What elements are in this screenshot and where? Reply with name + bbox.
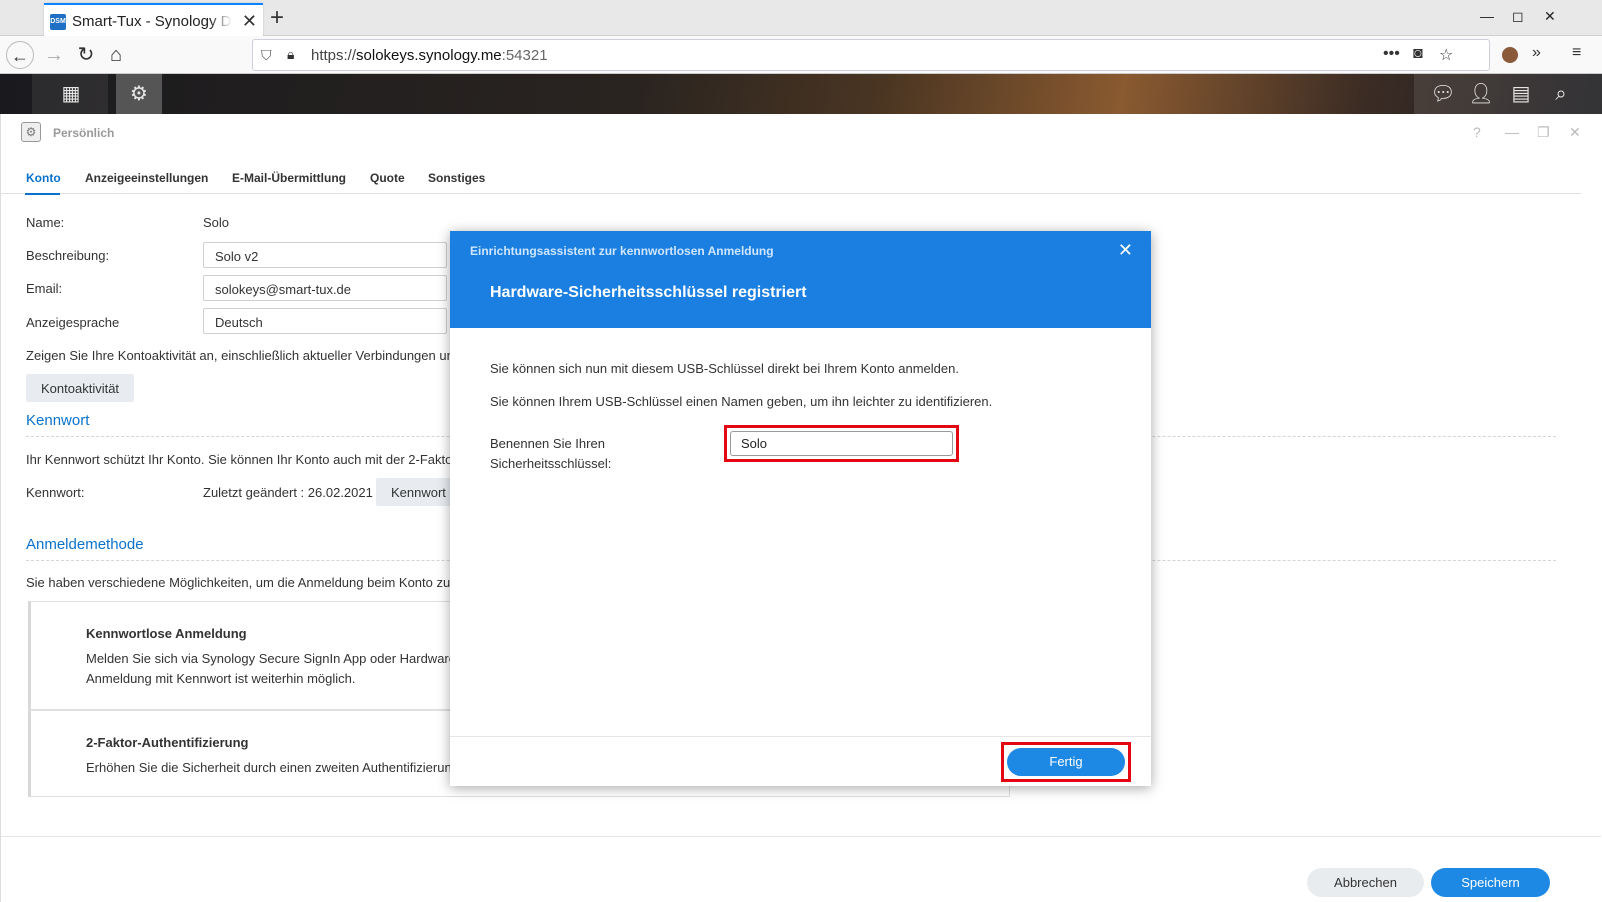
key-name-input[interactable] [730, 431, 953, 456]
tab-konto[interactable]: Konto [26, 171, 61, 185]
reload-icon[interactable]: ↻ [72, 41, 100, 69]
done-button-highlight: Fertig [1001, 742, 1131, 782]
language-select[interactable]: Deutsch [203, 308, 447, 334]
page-actions-icon[interactable]: ••• [1383, 45, 1400, 63]
card-title: 2-Faktor-Authentifizierung [86, 735, 249, 750]
language-label: Anzeigesprache [26, 315, 120, 330]
help-icon[interactable]: ? [1473, 124, 1481, 140]
profile-avatar-icon[interactable] [1502, 47, 1518, 63]
window-restore-icon[interactable]: ❐ [1537, 124, 1550, 141]
window-app-icon: ⚙ [21, 122, 41, 142]
window-minimize-icon[interactable]: — [1505, 124, 1519, 140]
card-title: Kennwortlose Anmeldung [86, 626, 247, 641]
login-method-info-text: Sie haben verschiedene Möglichkeiten, um… [26, 575, 451, 590]
browser-tab[interactable]: DSM Smart-Tux - Synology Dis ✕ [44, 3, 263, 37]
active-tab-indicator [25, 193, 60, 195]
dsm-favicon-icon: DSM [50, 14, 66, 30]
window-footer: Abbrechen Speichern [1, 836, 1601, 902]
password-section-title: Kennwort [26, 412, 90, 429]
browser-tab-title: Smart-Tux - Synology Dis [72, 13, 232, 30]
overflow-chevron-icon[interactable]: » [1532, 44, 1541, 62]
bookmark-star-icon[interactable]: ☆ [1439, 45, 1453, 65]
description-field[interactable]: Solo v2 [203, 242, 447, 268]
tab-sonstiges[interactable]: Sonstiges [428, 171, 485, 185]
name-label: Name: [26, 215, 65, 230]
browser-nav-bar: ← → ↻ ⌂ ⛉ 🔒︎ https://solokeys.synology.m… [0, 36, 1602, 74]
dsm-taskbar: ▦ ⚙ 💬︎ 👤︎ ▤ ⌕ [0, 74, 1602, 114]
key-name-label: Benennen Sie Ihren Sicherheitsschlüssel: [490, 436, 612, 471]
maximize-window-icon[interactable]: ◻ [1512, 8, 1524, 25]
login-method-section-title: Anmeldemethode [26, 536, 144, 553]
name-value: Solo [203, 215, 230, 230]
dialog-close-icon[interactable]: ✕ [1118, 240, 1133, 261]
close-window-icon[interactable]: ✕ [1544, 8, 1556, 25]
settings-tabs: Konto Anzeigeeinstellungen E-Mail-Übermi… [1, 154, 1581, 195]
passwordless-setup-dialog: Einrichtungsassistent zur kennwortlosen … [450, 231, 1151, 786]
forward-arrow-icon[interactable]: → [40, 41, 68, 69]
pocket-icon[interactable]: ◙ [1413, 45, 1423, 63]
new-tab-icon[interactable]: + [270, 4, 284, 32]
search-icon[interactable]: ⌕ [1538, 74, 1584, 114]
change-password-button[interactable]: Kennwort [376, 478, 456, 506]
password-info-text: Ihr Kennwort schützt Ihr Konto. Sie könn… [26, 452, 453, 467]
dialog-paragraph: Sie können Ihrem USB-Schlüssel einen Nam… [490, 394, 993, 409]
url-bar[interactable]: ⛉ 🔒︎ https://solokeys.synology.me:54321 … [252, 39, 1490, 71]
password-last-changed: Zuletzt geändert : 26.02.2021 [203, 485, 373, 500]
window-header: ⚙ Persönlich ? — ❐ ✕ [1, 114, 1601, 154]
window-title: Persönlich [53, 126, 115, 140]
tab-quote[interactable]: Quote [370, 171, 405, 185]
dialog-paragraph: Sie können sich nun mit diesem USB-Schlü… [490, 361, 959, 376]
lock-icon[interactable]: 🔒︎ [287, 46, 294, 63]
description-label: Beschreibung: [26, 248, 110, 263]
minimize-window-icon[interactable]: — [1480, 8, 1494, 24]
cancel-button[interactable]: Abbrechen [1307, 868, 1424, 897]
tab-close-icon[interactable]: ✕ [242, 11, 257, 32]
tab-anzeigeeinstellungen[interactable]: Anzeigeeinstellungen [85, 171, 208, 185]
email-label: Email: [26, 281, 63, 296]
key-name-highlight [724, 425, 959, 462]
tracking-shield-icon[interactable]: ⛉ [261, 47, 272, 64]
back-arrow-icon[interactable]: ← [6, 41, 34, 69]
account-activity-button[interactable]: Kontoaktivität [26, 374, 134, 402]
activity-text: Zeigen Sie Ihre Kontoaktivität an, einsc… [26, 348, 454, 363]
window-close-icon[interactable]: ✕ [1569, 124, 1581, 141]
done-button[interactable]: Fertig [1007, 748, 1125, 776]
browser-tab-bar: DSM Smart-Tux - Synology Dis ✕ + — ◻ ✕ [0, 0, 1602, 37]
dialog-header: Einrichtungsassistent zur kennwortlosen … [450, 231, 1151, 328]
email-field[interactable]: solokeys@smart-tux.de [203, 275, 447, 301]
url-text: https://solokeys.synology.me:54321 [311, 47, 548, 64]
dialog-title: Hardware-Sicherheitsschlüssel registrier… [490, 284, 807, 301]
hamburger-menu-icon[interactable]: ≡ [1572, 44, 1581, 62]
main-menu-grid-icon[interactable]: ▦ [48, 74, 94, 114]
home-icon[interactable]: ⌂ [102, 41, 130, 69]
dialog-subtitle: Einrichtungsassistent zur kennwortlosen … [470, 244, 774, 258]
personal-app-gear-icon[interactable]: ⚙ [116, 74, 162, 114]
save-button[interactable]: Speichern [1431, 868, 1550, 897]
password-label: Kennwort: [26, 485, 85, 500]
tab-email[interactable]: E-Mail-Übermittlung [232, 171, 346, 185]
